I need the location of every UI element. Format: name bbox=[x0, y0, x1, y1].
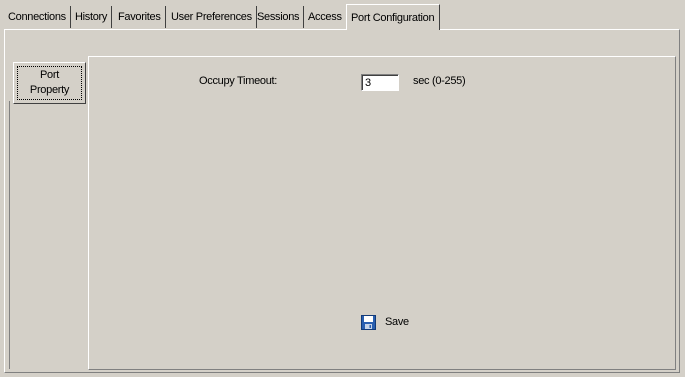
floppy-disk-icon bbox=[361, 314, 376, 330]
tab-user-preferences[interactable]: User Preferences bbox=[167, 6, 257, 28]
side-tab-column bbox=[9, 101, 88, 369]
save-button[interactable]: Save bbox=[361, 314, 409, 330]
tab-favorites[interactable]: Favorites bbox=[114, 6, 166, 28]
tab-port-configuration[interactable]: Port Configuration bbox=[346, 4, 440, 30]
tab-access[interactable]: Access bbox=[304, 6, 347, 28]
side-tab-port-property[interactable]: Port Property bbox=[13, 62, 86, 104]
side-tab-label-line2: Property bbox=[29, 84, 70, 96]
occupy-timeout-label: Occupy Timeout: bbox=[199, 75, 278, 87]
side-tab-label-line1: Port bbox=[40, 69, 59, 81]
occupy-timeout-input[interactable] bbox=[361, 74, 399, 91]
occupy-timeout-unit: sec (0-255) bbox=[413, 75, 466, 87]
tab-history[interactable]: History bbox=[71, 6, 113, 28]
save-label: Save bbox=[385, 316, 409, 328]
tab-sessions[interactable]: Sessions bbox=[253, 6, 305, 28]
tab-connections[interactable]: Connections bbox=[4, 6, 71, 28]
